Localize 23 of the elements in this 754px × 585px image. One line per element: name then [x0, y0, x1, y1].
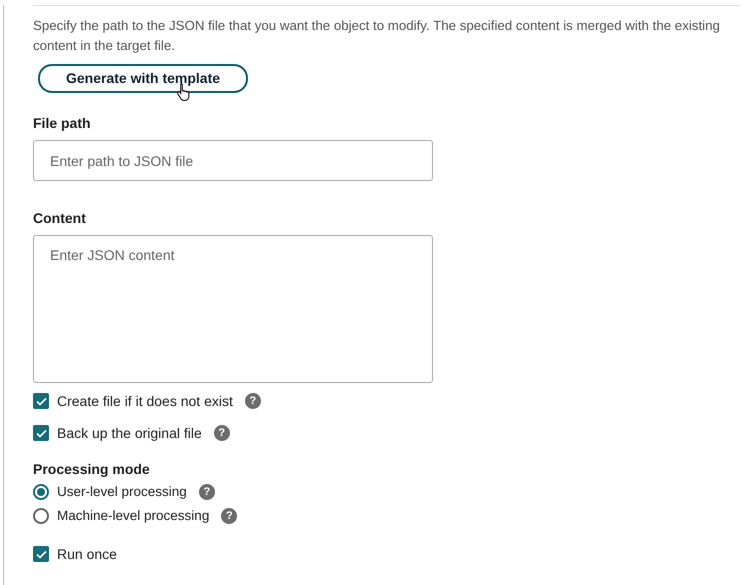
help-icon[interactable]: ?: [244, 393, 261, 409]
help-icon[interactable]: ?: [221, 508, 238, 524]
checkbox[interactable]: [33, 393, 49, 409]
radio-label: User-level processing: [57, 483, 187, 501]
help-icon[interactable]: ?: [198, 484, 215, 500]
help-icon[interactable]: ?: [214, 425, 230, 441]
checkbox-label: Run once: [57, 545, 117, 563]
file-path-field[interactable]: Enter path to JSON file: [33, 140, 433, 181]
checkbox-label: Create file if it does not exist: [57, 392, 233, 410]
radio-label: Machine-level processing: [57, 507, 210, 525]
checkmark-icon: [36, 428, 46, 438]
description-text: Specify the path to the JSON file that you want the object to modify. The specified content is merged with the existing content in the target file.: [33, 17, 721, 55]
checkbox[interactable]: [33, 546, 49, 562]
checkbox[interactable]: [33, 425, 49, 441]
field-label: Content: [33, 209, 87, 227]
field-label: File path: [33, 114, 92, 132]
content-field[interactable]: Enter JSON content: [33, 235, 433, 383]
radio-button[interactable]: [33, 484, 49, 500]
radio-button[interactable]: [33, 508, 49, 524]
checkbox-label: Back up the original file: [57, 424, 202, 442]
checkmark-icon: [36, 550, 46, 558]
section-label: Processing mode: [33, 460, 151, 478]
checkmark-icon: [36, 396, 46, 406]
